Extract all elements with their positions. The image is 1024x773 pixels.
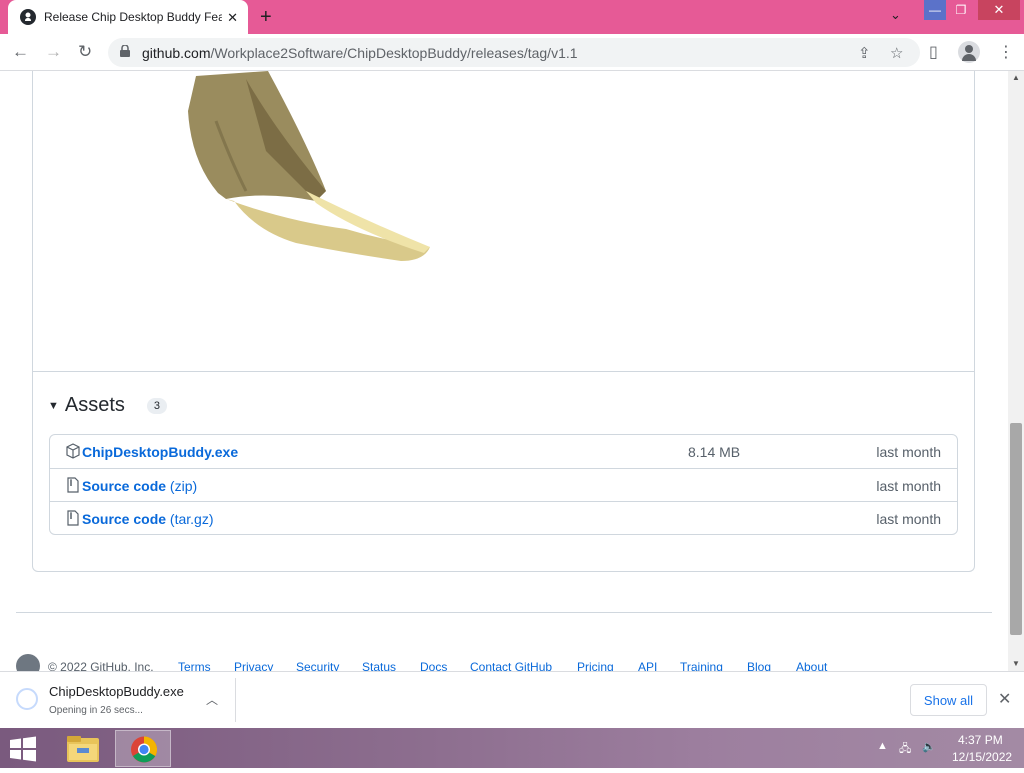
url-text: github.com/Workplace2Software/ChipDeskto… xyxy=(142,45,578,61)
asset-link-zip[interactable]: Source code (zip) xyxy=(82,478,197,494)
assets-header[interactable]: ▼ Assets 3 xyxy=(48,394,168,417)
tab-title: Release Chip Desktop Buddy Fea xyxy=(44,10,222,24)
url-path: /Workplace2Software/ChipDesktopBuddy/rel… xyxy=(210,45,578,61)
clock-time[interactable]: 4:37 PM xyxy=(958,733,1003,747)
asset-link-exe[interactable]: ChipDesktopBuddy.exe xyxy=(82,444,238,460)
asset-format: (tar.gz) xyxy=(166,511,214,527)
file-zip-icon xyxy=(67,477,79,493)
menu-kebab-icon[interactable]: ⋮ xyxy=(998,42,1014,62)
asset-size: 8.14 MB xyxy=(688,444,741,460)
footer-link-status[interactable]: Status xyxy=(362,660,396,671)
tab-search-chevron-icon[interactable]: ⌄ xyxy=(890,7,901,23)
asset-name: ChipDesktopBuddy.exe xyxy=(82,444,239,460)
address-bar[interactable]: github.com/Workplace2Software/ChipDeskto… xyxy=(108,38,920,67)
asset-date: last month xyxy=(876,511,941,527)
asset-name: Source code xyxy=(82,511,167,527)
asset-row: ChipDesktopBuddy.exe 8.14 MB last month xyxy=(50,435,957,468)
tray-overflow-icon[interactable]: ▲ xyxy=(877,740,888,752)
asset-format: (zip) xyxy=(166,478,198,494)
windows-start-icon[interactable] xyxy=(8,736,38,762)
chrome-icon xyxy=(131,736,158,763)
footer-link-pricing[interactable]: Pricing xyxy=(577,660,614,671)
github-logo-icon[interactable] xyxy=(16,654,40,671)
assets-title: Assets xyxy=(64,394,125,416)
download-filename[interactable]: ChipDesktopBuddy.exe xyxy=(49,684,184,699)
active-tab[interactable]: Release Chip Desktop Buddy Fea ✕ xyxy=(8,0,248,34)
bookmark-star-icon[interactable]: ☆ xyxy=(890,44,903,62)
assets-list: ChipDesktopBuddy.exe 8.14 MB last month … xyxy=(49,434,958,535)
asset-date: last month xyxy=(876,478,941,494)
footer-link-security[interactable]: Security xyxy=(296,660,339,671)
restore-button[interactable]: ❐ xyxy=(950,0,972,20)
release-divider xyxy=(33,371,974,372)
package-icon xyxy=(66,443,80,459)
windows-taskbar: ▲ 🖧 🔈 4:37 PM 12/15/2022 xyxy=(0,728,1024,768)
download-shelf: ChipDesktopBuddy.exe Opening in 26 secs.… xyxy=(0,671,1024,728)
minimize-button[interactable]: — xyxy=(924,0,946,20)
side-panel-icon[interactable]: ▯ xyxy=(929,42,938,62)
lock-icon xyxy=(120,45,130,57)
profile-avatar[interactable] xyxy=(958,41,980,63)
download-shelf-close-icon[interactable]: ✕ xyxy=(998,689,1011,709)
share-icon[interactable]: ⇪ xyxy=(858,44,871,62)
footer-copyright: © 2022 GitHub, Inc. xyxy=(48,660,154,671)
page-scrollbar[interactable]: ▲ ▼ xyxy=(1008,71,1024,671)
network-icon[interactable]: 🖧 xyxy=(899,740,911,759)
site-footer: © 2022 GitHub, Inc. Terms Privacy Securi… xyxy=(16,654,992,671)
scroll-thumb[interactable] xyxy=(1010,423,1022,635)
download-options-chevron-icon[interactable]: ︿ xyxy=(206,691,218,708)
collapse-caret-icon[interactable]: ▼ xyxy=(48,400,59,412)
footer-link-blog[interactable]: Blog xyxy=(747,660,771,671)
folder-icon xyxy=(67,736,99,762)
window-close-button[interactable]: ✕ xyxy=(978,0,1020,20)
footer-link-privacy[interactable]: Privacy xyxy=(234,660,273,671)
footer-link-about[interactable]: About xyxy=(796,660,827,671)
volume-icon[interactable]: 🔈 xyxy=(922,740,936,753)
footer-link-docs[interactable]: Docs xyxy=(420,660,447,671)
asset-date: last month xyxy=(876,444,941,460)
clock-date[interactable]: 12/15/2022 xyxy=(952,750,1012,764)
footer-divider xyxy=(16,612,992,613)
scroll-up-arrow-icon[interactable]: ▲ xyxy=(1012,73,1020,82)
browser-toolbar: ← → ↻ github.com/Workplace2Software/Chip… xyxy=(0,34,1024,71)
asset-row: Source code (zip) last month xyxy=(50,468,957,501)
file-explorer-taskbar-button[interactable] xyxy=(55,730,111,767)
chrome-taskbar-button[interactable] xyxy=(115,730,171,767)
reload-icon[interactable]: ↻ xyxy=(78,42,92,62)
footer-link-terms[interactable]: Terms xyxy=(178,660,211,671)
download-separator xyxy=(235,678,236,722)
forward-arrow-icon[interactable]: → xyxy=(45,42,62,62)
download-file-icon xyxy=(16,688,38,710)
back-arrow-icon[interactable]: ← xyxy=(12,42,29,62)
show-all-button[interactable]: Show all xyxy=(910,684,987,716)
new-tab-button[interactable]: + xyxy=(260,6,272,29)
download-status: Opening in 26 secs... xyxy=(49,705,143,716)
file-zip-icon xyxy=(67,510,79,526)
scroll-down-arrow-icon[interactable]: ▼ xyxy=(1012,659,1020,668)
assets-count-badge: 3 xyxy=(146,397,168,414)
footer-link-api[interactable]: API xyxy=(638,660,657,671)
asset-name: Source code xyxy=(82,478,167,494)
tab-strip: Release Chip Desktop Buddy Fea ✕ + ⌄ — ❐… xyxy=(0,0,1024,34)
github-favicon-icon xyxy=(20,9,36,25)
footer-link-contact[interactable]: Contact GitHub xyxy=(470,660,552,671)
asset-link-targz[interactable]: Source code (tar.gz) xyxy=(82,511,214,527)
footer-link-training[interactable]: Training xyxy=(680,660,723,671)
asset-row: Source code (tar.gz) last month xyxy=(50,501,957,534)
release-image xyxy=(188,71,430,261)
tab-close-icon[interactable]: ✕ xyxy=(227,10,238,26)
page-content: ▼ Assets 3 ChipDesktopBuddy.exe 8.14 MB … xyxy=(0,71,1008,671)
url-host: github.com xyxy=(142,45,211,61)
